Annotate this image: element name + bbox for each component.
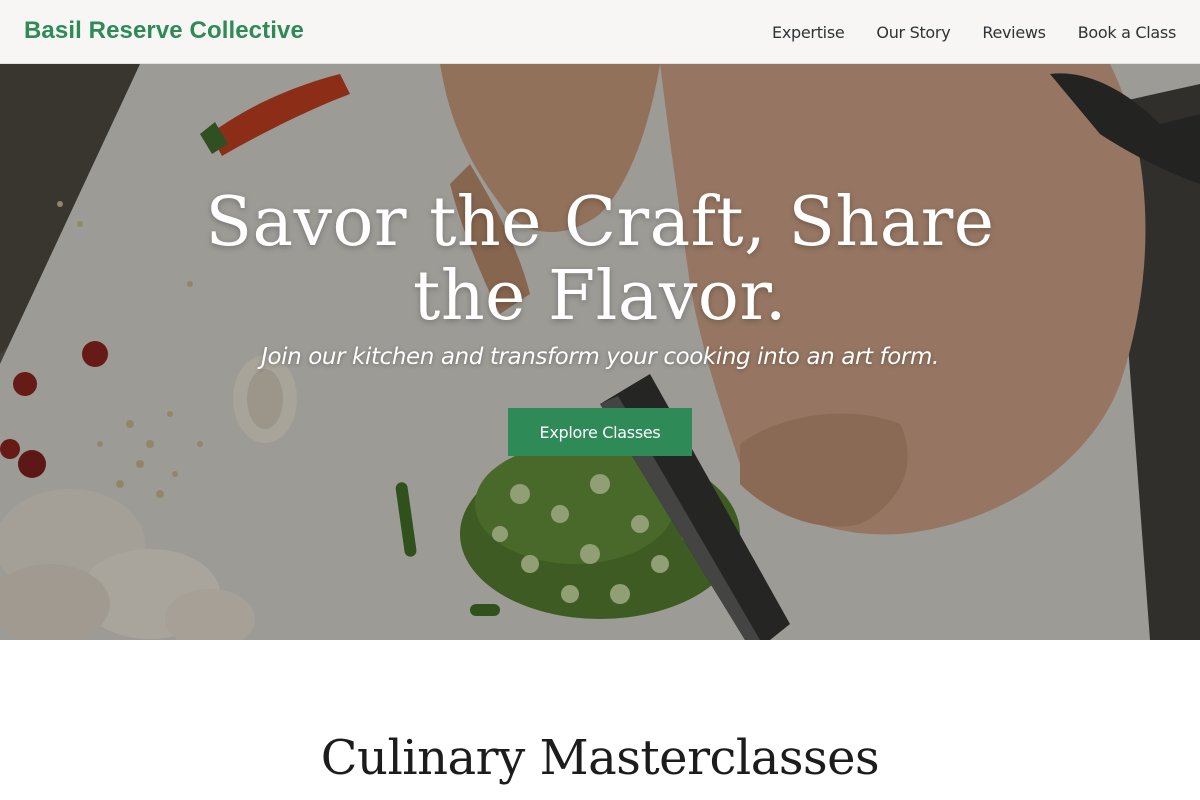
main-nav: Expertise Our Story Reviews Book a Class: [740, 0, 1176, 64]
nav-link-reviews[interactable]: Reviews: [982, 23, 1046, 42]
nav-link-expertise[interactable]: Expertise: [772, 23, 845, 42]
nav-link-our-story[interactable]: Our Story: [876, 23, 950, 42]
site-header: Basil Reserve Collective Expertise Our S…: [0, 0, 1200, 64]
hero-section: Savor the Craft, Share the Flavor. Join …: [0, 64, 1200, 640]
hero-title: Savor the Craft, Share the Flavor.: [205, 183, 995, 336]
section-title: Culinary Masterclasses: [320, 730, 880, 786]
brand-logo-text[interactable]: Basil Reserve Collective: [24, 17, 304, 45]
hero-content: Savor the Craft, Share the Flavor. Join …: [0, 64, 1200, 640]
explore-classes-button[interactable]: Explore Classes: [508, 408, 692, 456]
nav-link-book-a-class[interactable]: Book a Class: [1078, 23, 1177, 42]
hero-subtitle: Join our kitchen and transform your cook…: [261, 344, 939, 370]
